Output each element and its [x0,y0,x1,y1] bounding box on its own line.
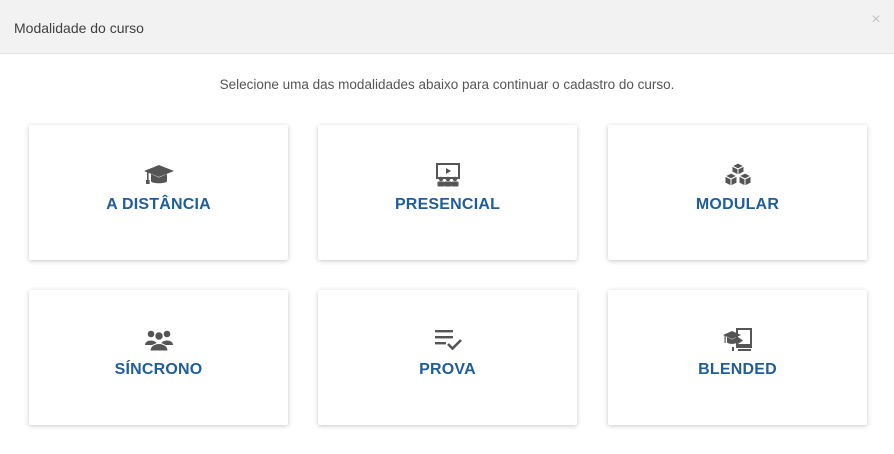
course-modality-modal: Modalidade do curso × Selecione uma das … [0,0,894,454]
list-check-icon [432,327,464,353]
modality-label: PROVA [419,361,476,378]
modality-card-synchronous[interactable]: SÍNCRONO [29,290,288,425]
modality-card-distance[interactable]: A DISTÂNCIA [29,125,288,260]
cubes-icon [722,162,754,188]
modality-label: A DISTÂNCIA [106,196,211,213]
graduation-cap-icon [143,162,175,188]
modality-card-blended[interactable]: BLENDED [608,290,867,425]
close-icon[interactable]: × [871,11,880,28]
chalkboard-teacher-icon [432,162,464,188]
users-group-icon [143,327,175,353]
instruction-text: Selecione uma das modalidades abaixo par… [219,77,675,92]
blended-learning-icon [722,327,754,353]
modality-card-modular[interactable]: MODULAR [608,125,867,260]
modality-label: PRESENCIAL [394,196,501,213]
modality-label: BLENDED [698,361,777,378]
modal-header: Modalidade do curso × [0,0,894,54]
modal-title: Modalidade do curso [14,20,144,36]
modality-card-presential[interactable]: PRESENCIAL [318,125,577,260]
modality-card-exam[interactable]: PROVA [318,290,577,425]
modality-label: SÍNCRONO [114,361,203,378]
close-button[interactable]: × [868,11,884,29]
modality-label: MODULAR [695,196,780,213]
